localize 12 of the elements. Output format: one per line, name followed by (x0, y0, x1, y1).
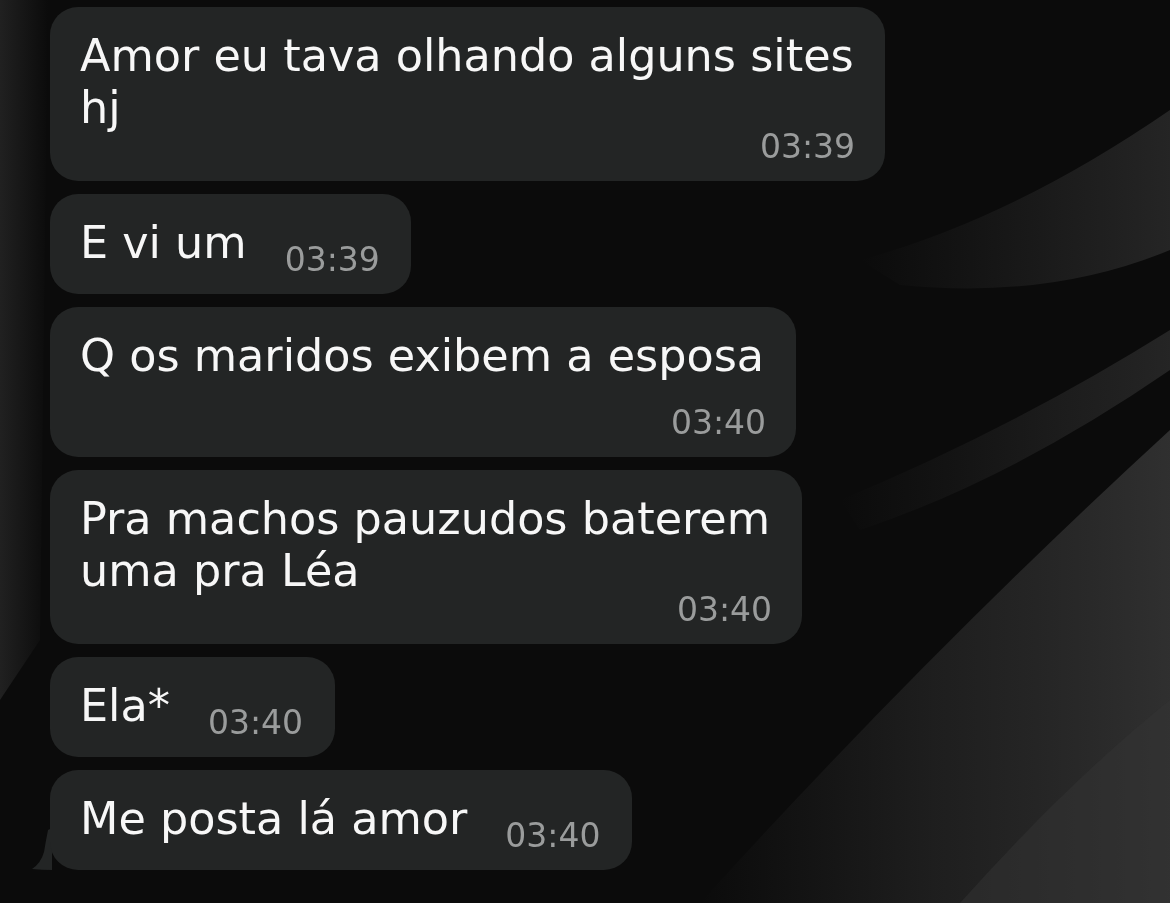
message-text: E vi um (80, 217, 247, 269)
message-time: 03:40 (208, 710, 304, 736)
message-time: 03:40 (670, 410, 766, 436)
message-time: 03:40 (676, 597, 772, 623)
message-text: Me posta lá amor (80, 793, 468, 845)
message-time: 03:39 (759, 134, 855, 160)
message-text: Ela* (80, 680, 170, 732)
message-text: Pra machos pauzudos baterem uma pra Léa (80, 493, 772, 596)
message-text: Amor eu tava olhando alguns sites hj (80, 30, 855, 133)
message-time: 03:39 (284, 247, 380, 273)
message-time: 03:40 (505, 823, 601, 849)
message-text: Q os maridos exibem a esposa (80, 330, 766, 382)
